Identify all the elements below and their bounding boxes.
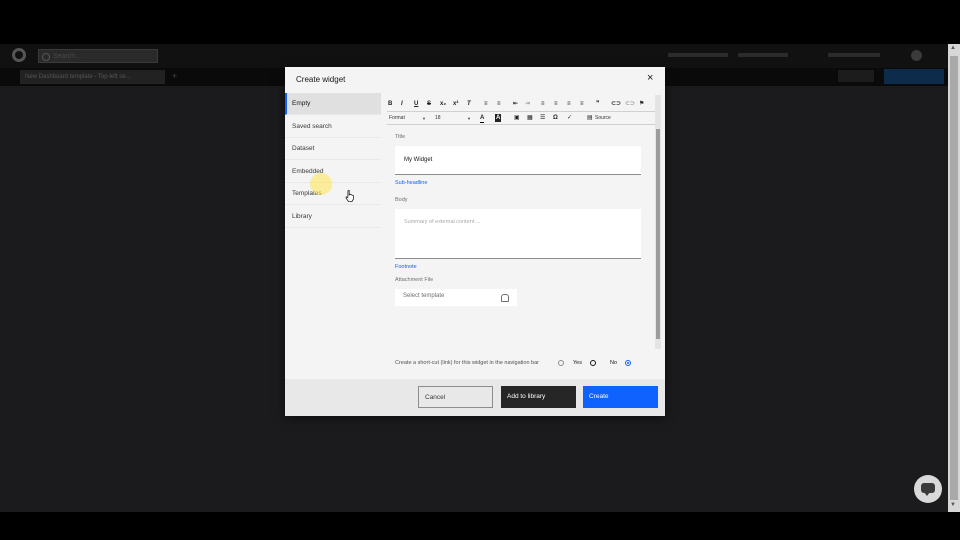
click-highlight xyxy=(310,173,332,195)
chevron-down-icon[interactable]: ▼ xyxy=(422,116,426,121)
page-scrollbar-thumb[interactable] xyxy=(950,56,958,500)
sub-headline-link[interactable]: Sub-headline xyxy=(395,180,427,186)
format-dropdown[interactable]: Format xyxy=(389,115,405,121)
background-nav-link xyxy=(828,53,880,57)
image-icon[interactable]: ▣ xyxy=(514,114,520,122)
attachment-file-label: Attachment File xyxy=(395,277,434,283)
outdent-icon[interactable]: ⇤ xyxy=(513,100,518,108)
table-icon[interactable]: ▦ xyxy=(527,114,533,122)
sidebar-item-library[interactable]: Library xyxy=(285,206,381,228)
sidebar-item-embedded[interactable]: Embedded xyxy=(285,161,381,183)
indent-icon[interactable]: ⇥ xyxy=(525,100,530,108)
spellcheck-icon[interactable]: ✓ xyxy=(567,114,572,122)
template-placeholder: Select template xyxy=(403,293,445,299)
yes-radio[interactable] xyxy=(590,360,596,366)
add-to-library-button[interactable]: Add to library xyxy=(501,386,576,408)
title-value: My Widget xyxy=(404,157,433,163)
template-select[interactable]: Select template xyxy=(395,289,517,306)
align-left-icon[interactable]: ≡ xyxy=(541,100,545,108)
chevron-down-icon[interactable]: ▼ xyxy=(467,116,471,121)
footnote-link[interactable]: Footnote xyxy=(395,264,417,270)
scroll-up-icon[interactable]: ▲ xyxy=(950,45,956,51)
body-placeholder: Summary of external content ... xyxy=(404,219,481,225)
background-nav-link xyxy=(668,53,728,57)
background-primary-button xyxy=(884,69,944,84)
yes-label: Yes xyxy=(573,360,582,366)
background-button xyxy=(838,70,874,82)
unlink-icon[interactable]: ⊂⊃ xyxy=(625,100,635,108)
close-icon[interactable]: × xyxy=(647,72,653,84)
clear-formatting-icon[interactable]: T xyxy=(467,100,471,108)
special-character-icon[interactable]: Ω xyxy=(553,114,558,122)
search-icon xyxy=(42,53,50,61)
sidebar-item-empty[interactable]: Empty xyxy=(285,93,381,115)
italic-icon[interactable]: I xyxy=(401,100,403,108)
background-dashboard-tab: New Dashboard template - Top-left se... xyxy=(20,70,165,84)
align-right-icon[interactable]: ≡ xyxy=(567,100,571,108)
body-textarea[interactable]: Summary of external content ... xyxy=(395,209,641,259)
scroll-down-icon[interactable]: ▼ xyxy=(950,502,956,508)
upload-icon[interactable] xyxy=(501,294,509,302)
add-tab-icon: + xyxy=(172,71,178,81)
text-color-icon[interactable]: A xyxy=(480,114,485,123)
subscript-icon[interactable]: x₂ xyxy=(440,100,446,108)
no-radio[interactable] xyxy=(625,360,631,366)
background-nav-link xyxy=(738,53,788,57)
source-button[interactable]: Source xyxy=(595,115,611,121)
justify-icon[interactable]: ≡ xyxy=(580,100,584,108)
no-label: No xyxy=(610,360,618,366)
toolbar-divider xyxy=(387,111,655,112)
dialog-title: Create widget xyxy=(296,75,346,84)
bold-icon[interactable]: B xyxy=(388,100,392,108)
widget-type-sidebar: Empty Saved search Dataset Embedded Temp… xyxy=(285,93,383,379)
hand-cursor-icon xyxy=(345,190,354,202)
cancel-button[interactable]: Cancel xyxy=(418,386,493,408)
title-label: Title xyxy=(395,134,406,140)
link-icon[interactable]: ⊂⊃ xyxy=(611,100,621,108)
align-center-icon[interactable]: ≡ xyxy=(554,100,558,108)
editor-scrollbar-thumb[interactable] xyxy=(656,129,660,339)
sidebar-item-saved-search[interactable]: Saved search xyxy=(285,116,381,138)
background-search-input: Search... xyxy=(38,49,158,63)
toolbar-divider xyxy=(387,124,655,125)
background-search-placeholder: Search... xyxy=(53,53,82,60)
create-button[interactable]: Create xyxy=(583,386,658,408)
dialog-header: Create widget × xyxy=(285,67,665,93)
chat-icon[interactable] xyxy=(914,475,942,503)
dialog-footer: Cancel Add to library Create xyxy=(285,379,665,416)
body-label: Body xyxy=(395,197,408,203)
shortcut-question: Create a short-cut (link) for this widge… xyxy=(395,360,539,366)
underline-icon[interactable]: U xyxy=(414,100,418,108)
info-icon[interactable] xyxy=(558,360,564,366)
bullet-list-icon[interactable]: ≡ xyxy=(497,100,501,108)
sidebar-item-templates[interactable]: Templates xyxy=(285,183,381,205)
create-widget-dialog: Create widget × Empty Saved search Datas… xyxy=(285,67,665,416)
blockquote-icon[interactable]: ❞ xyxy=(596,100,600,108)
source-icon[interactable]: ▤ xyxy=(587,114,593,122)
title-input[interactable]: My Widget xyxy=(395,146,641,175)
user-avatar-icon xyxy=(911,50,922,61)
numbered-list-icon[interactable]: ≡ xyxy=(484,100,488,108)
app-logo-icon xyxy=(12,48,26,62)
background-color-icon[interactable]: A xyxy=(495,114,502,122)
horizontal-line-icon[interactable]: ☰ xyxy=(540,114,545,122)
sidebar-item-dataset[interactable]: Dataset xyxy=(285,138,381,160)
anchor-flag-icon[interactable]: ⚑ xyxy=(639,100,644,108)
strikethrough-icon[interactable]: S xyxy=(427,100,431,108)
superscript-icon[interactable]: x² xyxy=(453,100,458,108)
font-size-dropdown[interactable]: 18 xyxy=(435,115,441,121)
